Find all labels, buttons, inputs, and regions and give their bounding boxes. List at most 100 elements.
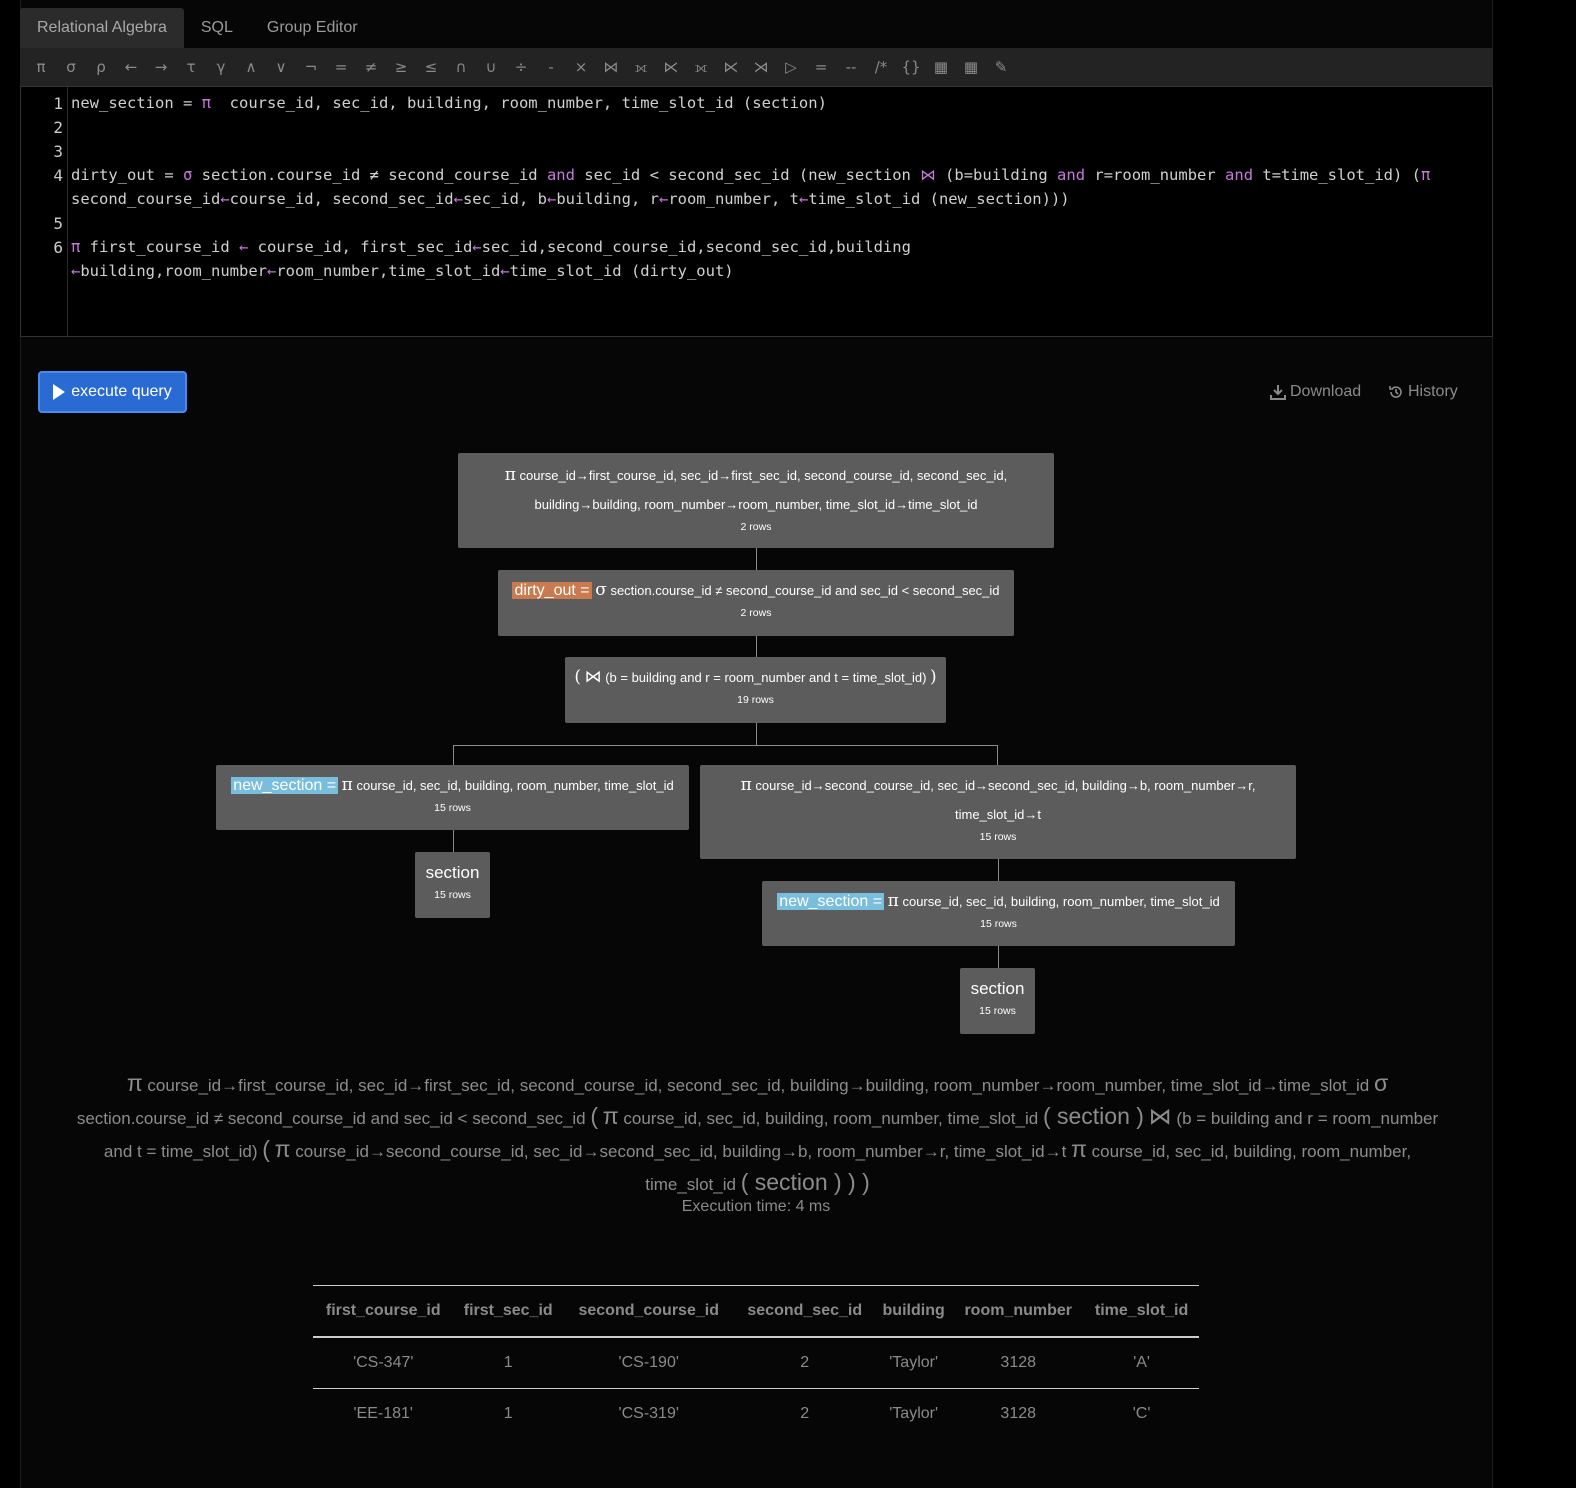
operator-button-22[interactable]: ⟗: [686, 58, 716, 76]
line-number: 4: [53, 166, 63, 185]
operator-button-8[interactable]: ∨: [266, 58, 296, 76]
table-cell: 'C': [1132, 1405, 1151, 1422]
tab-bar: Relational Algebra SQL Group Editor: [20, 8, 375, 48]
tab-group-editor[interactable]: Group Editor: [250, 8, 375, 48]
tree-node-selection[interactable]: dirty_out = σ section.course_id ≠ second…: [498, 570, 1014, 636]
row-count: 15 rows: [979, 1005, 1016, 1017]
tree-node-projection-left[interactable]: new_section = π course_id, sec_id, build…: [216, 765, 689, 830]
operator-button-31[interactable]: ▦: [956, 58, 986, 76]
table-cell: 2: [734, 1337, 875, 1389]
operator-button-20[interactable]: ⟗: [626, 58, 656, 76]
node-text: π course_id→second_course_id, sec_id→sec…: [740, 775, 1256, 795]
table-cell: 'Taylor': [889, 1405, 939, 1422]
operator-button-27[interactable]: --: [836, 58, 866, 76]
operator-button-19[interactable]: ⋈: [596, 58, 626, 76]
row-count: 15 rows: [980, 918, 1017, 930]
operator-button-32[interactable]: ✎: [986, 58, 1016, 76]
line-number: 3: [53, 142, 63, 161]
column-header[interactable]: building: [875, 1285, 953, 1338]
column-header[interactable]: room_number: [952, 1285, 1085, 1338]
operator-button-6[interactable]: γ: [206, 58, 236, 76]
operator-button-9[interactable]: ¬: [296, 58, 326, 76]
operator-button-7[interactable]: ∧: [236, 58, 266, 76]
tree-node-section-right[interactable]: section 15 rows: [960, 968, 1035, 1034]
tree-connector: [998, 859, 999, 881]
execute-query-button[interactable]: execute query: [38, 371, 187, 413]
node-text: section: [425, 863, 480, 882]
operator-button-2[interactable]: ρ: [86, 58, 116, 76]
tree-node-root-projection[interactable]: π course_id→first_course_id, sec_id→firs…: [458, 453, 1054, 548]
download-button[interactable]: Download: [1270, 383, 1361, 401]
operator-button-10[interactable]: =: [326, 58, 356, 76]
operator-button-0[interactable]: π: [26, 58, 56, 76]
operator-button-21[interactable]: ⋉: [656, 58, 686, 76]
tree-connector: [453, 745, 998, 746]
operator-button-3[interactable]: ←: [116, 58, 146, 76]
operator-button-17[interactable]: -: [536, 58, 566, 76]
row-count: 15 rows: [979, 831, 1017, 843]
operator-button-13[interactable]: ≤: [416, 58, 446, 76]
operator-button-28[interactable]: /*: [866, 58, 896, 76]
row-count: 19 rows: [737, 694, 774, 706]
tree-connector: [756, 723, 757, 745]
node-text: ( ⋈ (b = building and r = room_number an…: [574, 667, 937, 687]
table-cell: 'A': [1084, 1337, 1199, 1389]
row-count: 2 rows: [740, 607, 772, 619]
tree-connector: [998, 946, 999, 968]
result-table: first_course_id first_sec_id second_cour…: [313, 1285, 1199, 1439]
column-header[interactable]: first_sec_id: [453, 1285, 563, 1338]
history-label: History: [1408, 383, 1458, 400]
operator-button-14[interactable]: ∩: [446, 58, 476, 76]
query-expression: π course_id→first_course_id, sec_id→firs…: [76, 1070, 1439, 1195]
operator-button-30[interactable]: ▦: [926, 58, 956, 76]
table-cell: 1: [503, 1405, 513, 1422]
table-header-row: first_course_id first_sec_id second_cour…: [313, 1285, 1199, 1338]
operator-button-25[interactable]: ▷: [776, 58, 806, 76]
row-count: 2 rows: [740, 521, 772, 533]
operator-button-26[interactable]: =: [806, 58, 836, 76]
operator-button-4[interactable]: →: [146, 58, 176, 76]
node-text: new_section = π course_id, sec_id, build…: [777, 891, 1220, 911]
node-text: building→building, room_number→room_numb…: [534, 497, 978, 512]
code-editor[interactable]: 1 2 3 4 5 6 new_section = π course_id, s…: [20, 86, 1493, 337]
execute-query-label: execute query: [71, 383, 172, 400]
tree-node-join[interactable]: ( ⋈ (b = building and r = room_number an…: [565, 657, 946, 723]
tree-node-projection-right[interactable]: π course_id→second_course_id, sec_id→sec…: [700, 765, 1296, 859]
execution-time: Execution time: 4 ms: [681, 1198, 831, 1215]
alias-badge: dirty_out =: [512, 582, 592, 599]
history-button[interactable]: History: [1388, 383, 1458, 401]
table-cell: 'CS-319': [618, 1405, 679, 1422]
operator-button-1[interactable]: σ: [56, 58, 86, 76]
tree-connector: [756, 548, 757, 570]
table-row: 'CS-347' 1 'CS-190' 2 'Taylor' 3128 'A': [313, 1337, 1199, 1389]
node-text: time_slot_id→t: [955, 807, 1041, 822]
operator-button-11[interactable]: ≠: [356, 58, 386, 76]
column-header[interactable]: first_course_id: [313, 1285, 454, 1338]
column-header[interactable]: second_course_id: [562, 1285, 735, 1338]
operator-button-18[interactable]: ×: [566, 58, 596, 76]
column-header[interactable]: time_slot_id: [1084, 1285, 1199, 1338]
tree-node-section-left[interactable]: section 15 rows: [415, 852, 490, 918]
operator-button-24[interactable]: ⋊: [746, 58, 776, 76]
operator-toolbar: π σ ρ ← → τ γ ∧ ∨ ¬ = ≠ ≥ ≤ ∩ ∪ ÷ - × ⋈ ⟗ ⋉ ⟗ ⋉ ⋊ ▷ = --/*{} ▦ ▦ ✎: [20, 48, 1493, 86]
table-row: 'EE-181' 1 'CS-319' 2 'Taylor' 3128 'C': [313, 1389, 1199, 1440]
tree-node-projection-right-child[interactable]: new_section = π course_id, sec_id, build…: [762, 881, 1235, 946]
operator-button-29[interactable]: {}: [896, 58, 926, 76]
operator-button-15[interactable]: ∪: [476, 58, 506, 76]
operator-button-23[interactable]: ⋉: [716, 58, 746, 76]
code-line-4: dirty_out = σ section.course_id ≠ second…: [71, 166, 1431, 184]
operator-button-12[interactable]: ≥: [386, 58, 416, 76]
code-line-4-wrap: second_course_id←course_id, second_sec_i…: [71, 190, 1070, 208]
tab-sql[interactable]: SQL: [184, 8, 250, 48]
tab-relational-algebra[interactable]: Relational Algebra: [20, 8, 184, 48]
column-header[interactable]: second_sec_id: [734, 1285, 875, 1338]
line-number: 2: [53, 118, 63, 137]
tree-connector: [453, 830, 454, 852]
table-cell: 'EE-181': [353, 1405, 413, 1422]
tree-connector: [453, 745, 454, 765]
row-count: 15 rows: [434, 889, 471, 901]
operator-button-16[interactable]: ÷: [506, 58, 536, 76]
table-cell: 2: [800, 1405, 810, 1422]
play-icon: [53, 384, 66, 400]
operator-button-5[interactable]: τ: [176, 58, 206, 76]
